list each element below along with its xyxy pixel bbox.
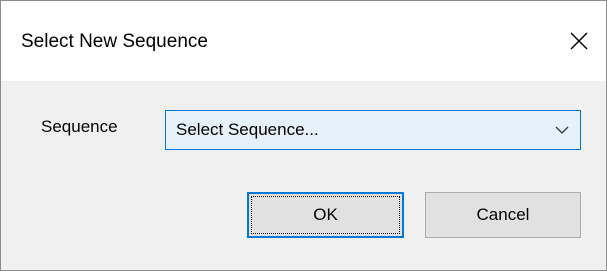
close-button[interactable] <box>552 21 606 61</box>
chevron-down-icon <box>544 111 580 149</box>
close-icon <box>570 32 588 50</box>
sequence-select[interactable]: Select Sequence... <box>165 110 581 150</box>
sequence-label: Sequence <box>41 117 118 136</box>
ok-button-label: OK <box>313 205 338 224</box>
cancel-button-label: Cancel <box>476 205 530 224</box>
ok-button-focus-ring: OK <box>251 196 400 234</box>
cancel-button[interactable]: Cancel <box>425 192 581 238</box>
title-bar: Select New Sequence <box>1 1 606 81</box>
dialog-title: Select New Sequence <box>21 31 208 52</box>
ok-button[interactable]: OK <box>247 192 404 238</box>
select-sequence-dialog: Select New Sequence Sequence Select Sequ… <box>0 0 607 271</box>
sequence-select-value: Select Sequence... <box>176 120 319 139</box>
